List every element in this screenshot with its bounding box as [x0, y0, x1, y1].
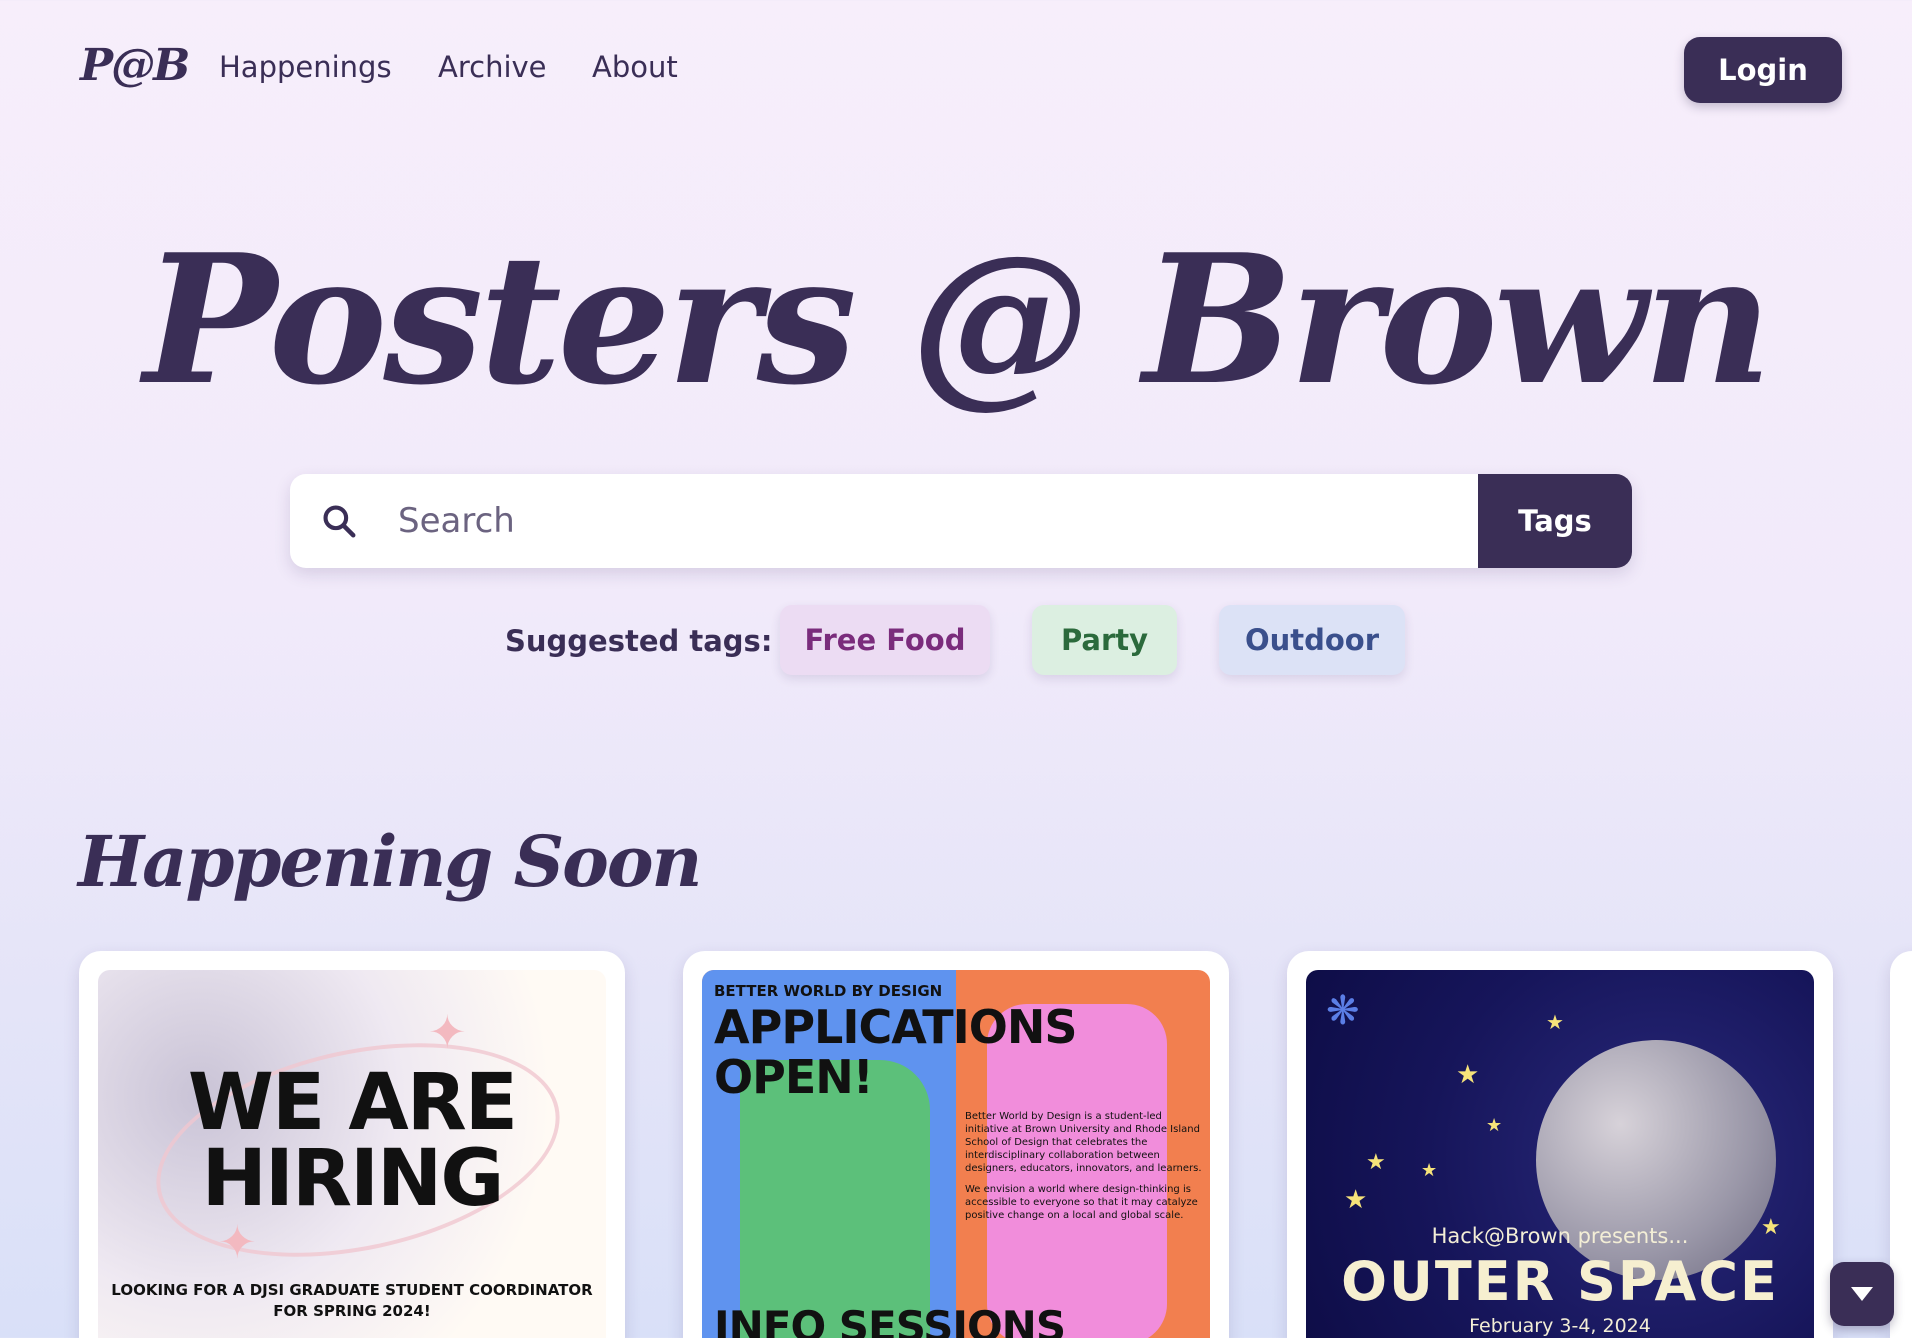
poster-image: ❋ ★ ★ ★ ★ ★ ★ ★ Hack@Brown presents... O… [1306, 970, 1814, 1338]
nav-link-about[interactable]: About [592, 50, 678, 84]
poster-date: February 3-4, 2024 [1469, 1315, 1651, 1337]
tag-chip-outdoor[interactable]: Outdoor [1219, 605, 1405, 675]
paw-icon: ❋ [1326, 988, 1360, 1034]
poster-image: BETTER WORLD BY DESIGN APPLICATIONS OPEN… [702, 970, 1210, 1338]
poster-presents: Hack@Brown presents... [1431, 1224, 1689, 1248]
chevron-down-icon [1851, 1287, 1873, 1301]
search-icon [323, 505, 356, 538]
search-bar: Tags [290, 474, 1632, 568]
scroll-down-button[interactable] [1830, 1262, 1894, 1326]
star-icon: ★ [1456, 1060, 1480, 1090]
login-button[interactable]: Login [1684, 37, 1842, 103]
star-icon: ★ [1344, 1185, 1368, 1215]
poster-subtext: LOOKING FOR A DJSI GRADUATE STUDENT COOR… [111, 1281, 593, 1320]
star-icon: ★ [1366, 1150, 1386, 1175]
page-title: Posters @ Brown [143, 215, 1772, 424]
search-input[interactable] [398, 474, 1468, 568]
poster-card[interactable]: ✦ ✦ WE ARE HIRING LOOKING FOR A DJSI GRA… [79, 951, 625, 1338]
tag-chip-free-food[interactable]: Free Food [780, 605, 990, 675]
poster-footer: INFO SESSIONS [714, 1302, 1066, 1338]
poster-image: ✦ ✦ WE ARE HIRING LOOKING FOR A DJSI GRA… [98, 970, 606, 1338]
poster-card[interactable]: ❋ ★ ★ ★ ★ ★ ★ ★ Hack@Brown presents... O… [1287, 951, 1833, 1338]
suggested-tags-label: Suggested tags: [505, 624, 773, 658]
poster-headline: OUTER SPACE [1341, 1250, 1779, 1313]
logo[interactable]: P@B [80, 40, 190, 91]
poster-body-paragraph: Better World by Design is a student-led … [965, 1111, 1202, 1174]
tags-button[interactable]: Tags [1478, 474, 1632, 568]
poster-body: Better World by Design is a student-led … [965, 1110, 1205, 1222]
poster-card[interactable]: BETTER WORLD BY DESIGN APPLICATIONS OPEN… [683, 951, 1229, 1338]
tag-chip-party[interactable]: Party [1032, 605, 1177, 675]
poster-headline: APPLICATIONS OPEN! [714, 1000, 1077, 1104]
poster-body-paragraph: We envision a world where design-thinkin… [965, 1184, 1198, 1221]
section-title: Happening Soon [78, 820, 702, 903]
sparkle-icon: ✦ [428, 1005, 467, 1059]
poster-kicker: BETTER WORLD BY DESIGN [714, 982, 943, 1000]
star-icon: ★ [1486, 1115, 1503, 1136]
nav-link-happenings[interactable]: Happenings [219, 50, 392, 84]
top-nav: P@B Happenings Archive About Login [0, 0, 1912, 140]
star-icon: ★ [1546, 1010, 1564, 1034]
poster-headline: WE ARE HIRING [187, 1058, 518, 1224]
nav-link-archive[interactable]: Archive [438, 50, 547, 84]
star-icon: ★ [1421, 1160, 1438, 1181]
